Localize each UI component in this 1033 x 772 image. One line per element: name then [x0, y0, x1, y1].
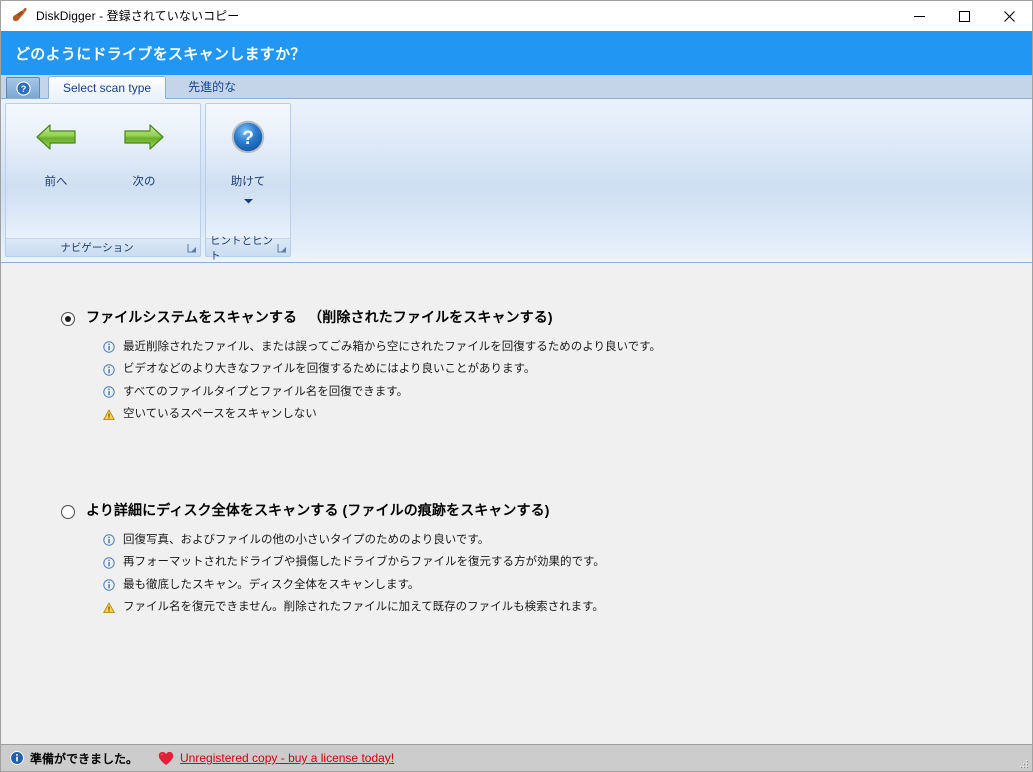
ribbon-group-hints-label: ヒントとヒント — [210, 234, 273, 262]
tab-advanced[interactable]: 先進的な — [174, 75, 250, 98]
warning-icon — [102, 408, 115, 421]
bullet-text: 最も徹底したスキャン。ディスク全体をスキャンします。 — [123, 578, 420, 591]
list-item: 回復写真、およびファイルの他の小さいタイプのためのより良いです。 — [102, 533, 1032, 549]
bullet-text: すべてのファイルタイプとファイル名を回復できます。 — [123, 385, 409, 398]
ribbon-group-body: ? 助けて — [206, 104, 290, 238]
option-header[interactable]: ファイルシステムをスキャンする （削除されたファイルをスキャンする) — [1, 309, 1032, 327]
tab-label: Select scan type — [63, 80, 152, 95]
list-item: 空いているスペースをスキャンしない — [102, 407, 1032, 423]
page-title: どのようにドライブをスキャンしますか？ — [15, 45, 306, 63]
tab-select-scan-type[interactable]: Select scan type — [48, 76, 167, 99]
window-controls — [897, 1, 1032, 31]
tab-label: 先進的な — [188, 80, 237, 94]
help-button[interactable]: ? 助けて — [212, 108, 284, 209]
list-item: 最近削除されたファイル、または誤ってごみ箱から空にされたファイルを回復するための… — [102, 340, 1032, 356]
ribbon-group-navigation: 前へ 次の ナビゲーション — [5, 103, 201, 257]
shovel-icon — [9, 6, 29, 26]
info-icon — [102, 556, 115, 569]
option-bullets: 回復写真、およびファイルの他の小さいタイプのためのより良いです。 再フォーマット… — [1, 533, 1032, 616]
ribbon-group-hints: ? 助けて ヒントとヒント — [205, 103, 291, 262]
ribbon-group-navigation-label: ナビゲーション — [60, 242, 134, 254]
option-title: より詳細にディスク全体をスキャンする (ファイルの痕跡をスキャンする) — [86, 502, 550, 518]
ribbon-group-navigation-footer: ナビゲーション — [6, 238, 200, 256]
bullet-text: 回復写真、およびファイルの他の小さいタイプのためのより良いです。 — [123, 533, 490, 546]
minimize-button[interactable] — [897, 1, 942, 31]
tab-strip: ? Select scan type 先進的な — [1, 75, 1032, 99]
list-item: ファイル名を復元できません。削除されたファイルに加えて既存のファイルも検索されま… — [102, 600, 1032, 616]
svg-text:?: ? — [242, 128, 254, 149]
arrow-right-green-icon — [121, 114, 167, 160]
option-title: ファイルシステムをスキャンする （削除されたファイルをスキャンする) — [86, 309, 553, 325]
list-item: 再フォーマットされたドライブや損傷したドライブからファイルを復元する方が効果的で… — [102, 555, 1032, 571]
next-button[interactable]: 次の — [100, 108, 188, 190]
help-question-icon: ? — [225, 114, 271, 160]
previous-button-label: 前へ — [44, 176, 68, 188]
info-icon — [102, 341, 115, 354]
header-band: どのようにドライブをスキャンしますか？ — [1, 31, 1032, 75]
scan-option-filesystem[interactable]: ファイルシステムをスキャンする （削除されたファイルをスキャンする) 最近削除さ… — [1, 309, 1032, 430]
info-icon — [102, 579, 115, 592]
scan-option-deep-disk[interactable]: より詳細にディスク全体をスキャンする (ファイルの痕跡をスキャンする) 回復写真… — [1, 502, 1032, 623]
chevron-down-icon — [243, 191, 253, 209]
warning-icon — [102, 601, 115, 614]
window-title: DiskDigger - 登録されていないコピー — [36, 9, 240, 23]
title-bar: DiskDigger - 登録されていないコピー — [1, 1, 1032, 31]
close-button[interactable] — [987, 1, 1032, 31]
status-bar: 準備ができました。 Unregistered copy - buy a lice… — [1, 744, 1032, 771]
list-item: すべてのファイルタイプとファイル名を回復できます。 — [102, 385, 1032, 401]
info-icon — [102, 386, 115, 399]
option-bullets: 最近削除されたファイル、または誤ってごみ箱から空にされたファイルを回復するための… — [1, 340, 1032, 423]
info-icon — [102, 363, 115, 376]
resize-grip[interactable] — [1016, 756, 1030, 770]
heart-icon — [158, 751, 174, 766]
radio-scan-deep-disk[interactable] — [61, 505, 75, 519]
info-icon — [102, 534, 115, 547]
main-content: ファイルシステムをスキャンする （削除されたファイルをスキャンする) 最近削除さ… — [1, 263, 1032, 744]
dialog-launcher-icon[interactable] — [187, 243, 197, 253]
bullet-text: 最近削除されたファイル、または誤ってごみ箱から空にされたファイルを回復するための… — [123, 340, 661, 353]
info-icon — [10, 751, 24, 765]
ribbon-group-hints-footer: ヒントとヒント — [206, 235, 290, 262]
app-window: DiskDigger - 登録されていないコピー どのようにドライブをスキャンし… — [0, 0, 1033, 772]
bullet-text: 空いているスペースをスキャンしない — [123, 408, 317, 421]
next-button-label: 次の — [132, 176, 156, 188]
help-button-label: 助けて — [230, 176, 266, 188]
arrow-left-green-icon — [33, 114, 79, 160]
tab-help-button[interactable]: ? — [6, 77, 40, 98]
bullet-text: ファイル名を復元できません。削除されたファイルに加えて既存のファイルも検索されま… — [123, 601, 604, 614]
ribbon-group-body: 前へ 次の — [6, 104, 200, 238]
status-text: 準備ができました。 — [30, 751, 139, 766]
maximize-button[interactable] — [942, 1, 987, 31]
svg-text:?: ? — [20, 84, 26, 94]
bullet-text: 再フォーマットされたドライブや損傷したドライブからファイルを復元する方が効果的で… — [123, 556, 605, 569]
list-item: 最も徹底したスキャン。ディスク全体をスキャンします。 — [102, 578, 1032, 594]
option-header[interactable]: より詳細にディスク全体をスキャンする (ファイルの痕跡をスキャンする) — [1, 502, 1032, 520]
license-link[interactable]: Unregistered copy - buy a license today! — [180, 751, 394, 765]
dialog-launcher-icon[interactable] — [277, 243, 287, 253]
list-item: ビデオなどのより大きなファイルを回復するためにはより良いことがあります。 — [102, 362, 1032, 378]
ribbon-toolbar: 前へ 次の ナビゲーション ? 助けて ヒントとヒント — [1, 99, 1032, 263]
bullet-text: ビデオなどのより大きなファイルを回復するためにはより良いことがあります。 — [123, 363, 536, 376]
radio-scan-filesystem[interactable] — [61, 312, 75, 326]
previous-button[interactable]: 前へ — [12, 108, 100, 190]
